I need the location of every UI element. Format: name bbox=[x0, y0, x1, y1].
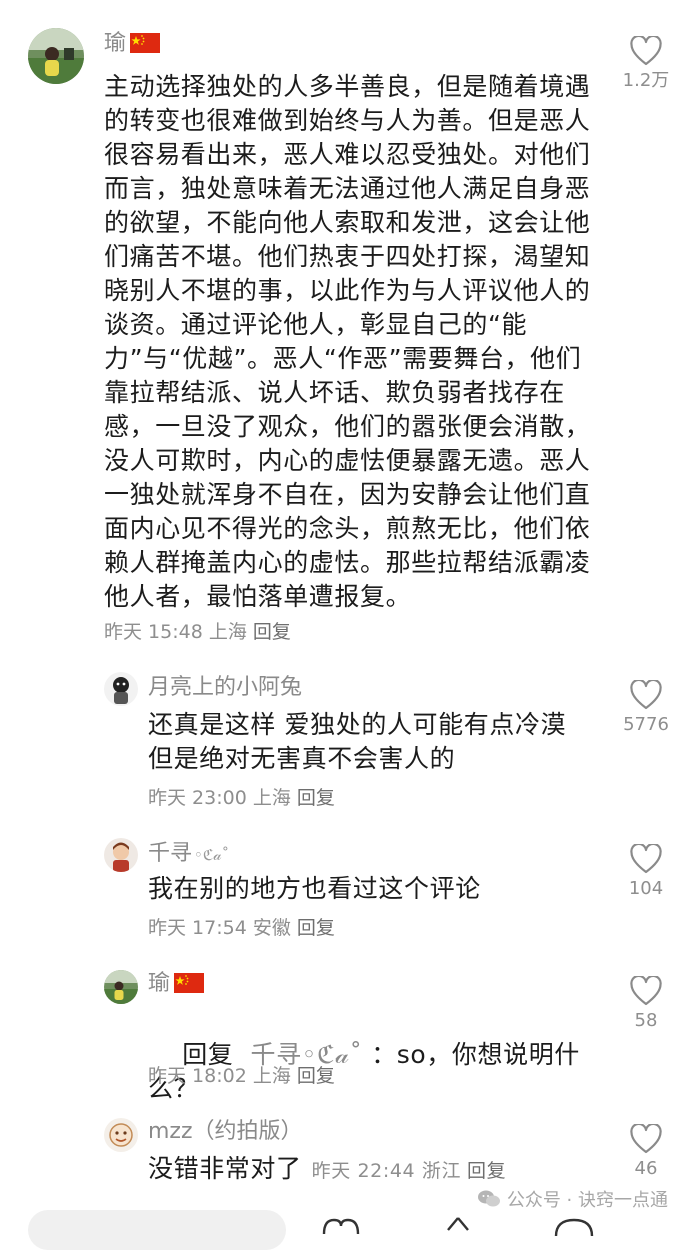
comment-time: 昨天 15:48 上海 bbox=[104, 621, 247, 643]
share-icon[interactable] bbox=[440, 1216, 476, 1236]
comment-username[interactable]: 月亮上的小阿兔 bbox=[148, 674, 302, 702]
avatar[interactable] bbox=[104, 838, 138, 872]
heart-icon[interactable] bbox=[318, 1216, 364, 1236]
comment-time: 昨天 18:02 上海 bbox=[148, 1065, 291, 1087]
avatar[interactable] bbox=[28, 28, 84, 84]
comment-username[interactable]: 千寻 ◦ℭ𝒶˚ bbox=[148, 840, 229, 869]
like-button[interactable]: 104 bbox=[606, 844, 686, 900]
bottom-input-bar bbox=[0, 1206, 690, 1250]
comment-text: 我在别的地方也看过这个评论 bbox=[148, 874, 481, 903]
reply-button[interactable]: 回复 bbox=[297, 917, 335, 939]
like-button[interactable]: 1.2万 bbox=[606, 36, 686, 92]
heart-outline-icon[interactable] bbox=[630, 976, 662, 1006]
like-button[interactable]: 46 bbox=[606, 1124, 686, 1180]
like-button[interactable]: 58 bbox=[606, 976, 686, 1032]
like-button[interactable]: 5776 bbox=[606, 680, 686, 736]
heart-outline-icon[interactable] bbox=[630, 680, 662, 710]
comment-time: 昨天 17:54 安徽 bbox=[148, 917, 291, 939]
avatar[interactable] bbox=[104, 1118, 138, 1152]
comment-meta: 昨天 15:48 上海 回复 bbox=[104, 620, 291, 644]
comment-meta: 昨天 17:54 安徽 回复 bbox=[148, 916, 335, 940]
like-count: 5776 bbox=[623, 714, 669, 735]
reply-button[interactable]: 回复 bbox=[253, 621, 291, 643]
comment-input[interactable] bbox=[28, 1210, 286, 1250]
cn-flag-icon bbox=[174, 973, 205, 993]
heart-outline-icon[interactable] bbox=[630, 1124, 662, 1154]
reply-button[interactable]: 回复 bbox=[467, 1160, 506, 1182]
comment-meta: 昨天 18:02 上海 回复 bbox=[148, 1064, 335, 1088]
reply-button[interactable]: 回复 bbox=[297, 1065, 335, 1087]
comment-meta: 昨天 22:44 浙江 回复 bbox=[312, 1160, 507, 1182]
comment-username[interactable]: 瑜 bbox=[148, 970, 205, 998]
heart-outline-icon[interactable] bbox=[630, 844, 662, 874]
comment-icon[interactable] bbox=[552, 1216, 596, 1236]
comment-username[interactable]: 瑜 bbox=[104, 30, 161, 58]
avatar[interactable] bbox=[104, 672, 138, 706]
like-count: 46 bbox=[634, 1158, 658, 1179]
like-count: 58 bbox=[634, 1010, 658, 1031]
comment-meta: 昨天 23:00 上海 回复 bbox=[148, 786, 335, 810]
reply-button[interactable]: 回复 bbox=[297, 787, 335, 809]
heart-outline-icon[interactable] bbox=[630, 36, 662, 66]
avatar[interactable] bbox=[104, 970, 138, 1004]
comment-time: 昨天 22:44 浙江 bbox=[311, 1160, 462, 1182]
comment-time: 昨天 23:00 上海 bbox=[148, 787, 291, 809]
comment-text: 主动选择独处的人多半善良，但是随着境遇的转变也很难做到始终与人为善。但是恶人很容… bbox=[104, 72, 591, 611]
like-count: 104 bbox=[628, 878, 664, 899]
like-count: 1.2万 bbox=[622, 70, 670, 91]
cn-flag-icon bbox=[130, 33, 161, 53]
comment-text: 还真是这样 爱独处的人可能有点冷漠 但是绝对无害真不会害人的 bbox=[148, 710, 575, 773]
comment-username[interactable]: mzz（约拍版） bbox=[148, 1118, 303, 1146]
comment-text: 没错非常对了 昨天 22:44 浙江 回复 bbox=[148, 1154, 507, 1183]
